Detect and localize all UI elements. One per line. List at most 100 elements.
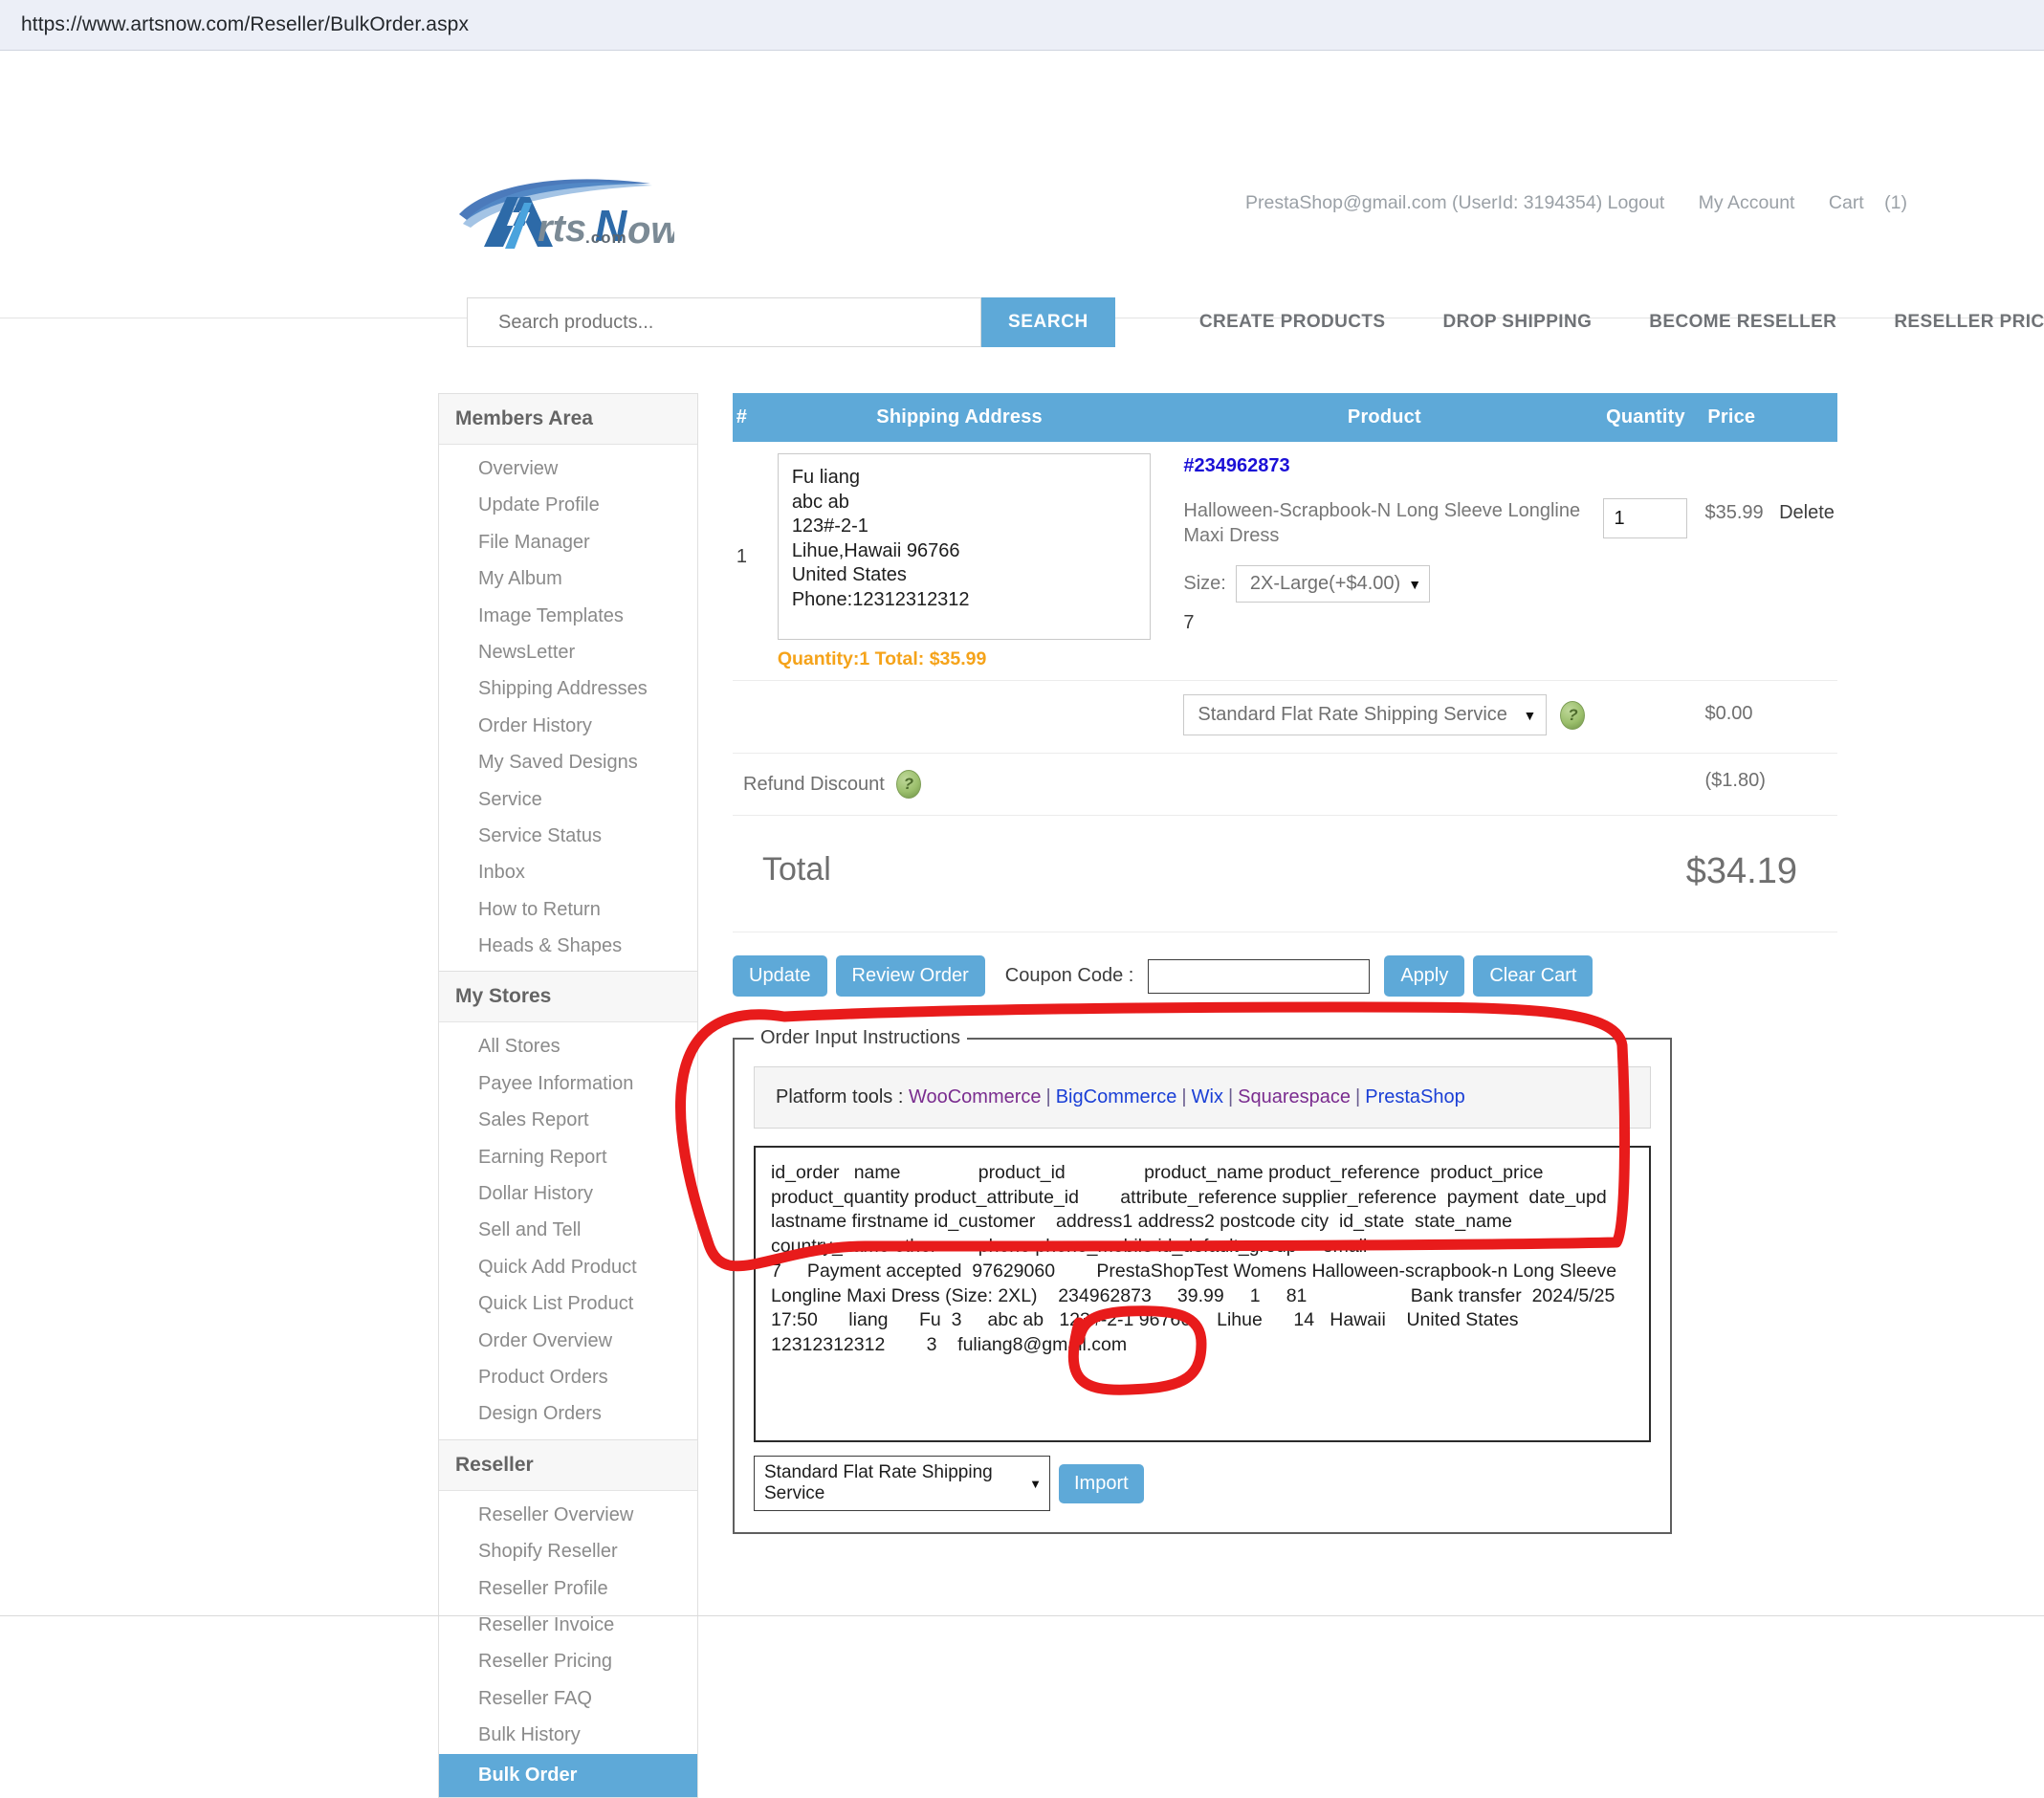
sidebar-item-reseller-profile[interactable]: Reseller Profile bbox=[439, 1570, 697, 1607]
size-select-value: 2X-Large(+$4.00) bbox=[1249, 573, 1401, 594]
platform-link-woocommerce[interactable]: WooCommerce bbox=[909, 1086, 1042, 1107]
apply-button[interactable]: Apply bbox=[1384, 955, 1465, 997]
question-icon[interactable]: ? bbox=[1560, 700, 1586, 730]
platform-link-wix[interactable]: Wix bbox=[1192, 1086, 1223, 1107]
sidebar-item-all-stores[interactable]: All Stores bbox=[439, 1022, 697, 1064]
sidebar-item-shopify-reseller[interactable]: Shopify Reseller bbox=[439, 1533, 697, 1569]
sidebar-item-reseller-faq[interactable]: Reseller FAQ bbox=[439, 1680, 697, 1717]
cart-actions-row: Update Review Order Coupon Code : Apply … bbox=[733, 955, 1837, 997]
my-account-link[interactable]: My Account bbox=[1699, 192, 1795, 213]
search-box bbox=[467, 297, 981, 347]
platform-separator: | bbox=[1045, 1086, 1051, 1107]
sidebar-group-title-reseller: Reseller bbox=[439, 1439, 697, 1491]
size-select[interactable]: 2X-Large(+$4.00) ▼ bbox=[1235, 565, 1431, 603]
search-input[interactable] bbox=[468, 298, 980, 346]
platform-separator: | bbox=[1355, 1086, 1361, 1107]
import-shipping-service-value: Standard Flat Rate Shipping Service bbox=[764, 1462, 993, 1503]
nav-create-products[interactable]: CREATE PRODUCTS bbox=[1199, 312, 1386, 333]
account-email[interactable]: PrestaShop@gmail.com (UserId: 3194354) L… bbox=[1245, 192, 1664, 213]
quantity-input[interactable] bbox=[1603, 498, 1688, 538]
product-id-link[interactable]: #234962873 bbox=[1183, 455, 1585, 477]
nav-drop-shipping[interactable]: DROP SHIPPING bbox=[1442, 312, 1592, 333]
site-header: rts N ow .com PrestaShop@gmail.com (User… bbox=[0, 51, 2044, 347]
sidebar-item-payee-information[interactable]: Payee Information bbox=[439, 1065, 697, 1102]
nav-become-reseller[interactable]: BECOME RESELLER bbox=[1649, 312, 1836, 333]
sidebar-item-design-orders[interactable]: Design Orders bbox=[439, 1395, 697, 1438]
review-order-button[interactable]: Review Order bbox=[835, 955, 985, 997]
sidebar-item-bulk-history[interactable]: Bulk History bbox=[439, 1717, 697, 1753]
coupon-code-input[interactable] bbox=[1148, 958, 1371, 994]
nav-reseller-pricing[interactable]: RESELLER PRICING bbox=[1894, 312, 2044, 333]
sidebar-item-order-overview[interactable]: Order Overview bbox=[439, 1323, 697, 1359]
sidebar-item-my-saved-designs[interactable]: My Saved Designs bbox=[439, 744, 697, 780]
shipping-price-cell: $0.00 bbox=[1690, 680, 1773, 754]
import-row: Standard Flat Rate Shipping Service ▼ Im… bbox=[754, 1456, 1651, 1511]
sidebar-item-file-manager[interactable]: File Manager bbox=[439, 524, 697, 560]
artsnow-logo[interactable]: rts N ow bbox=[450, 170, 683, 261]
browser-url-bar: https://www.artsnow.com/Reseller/BulkOrd… bbox=[0, 0, 2044, 51]
sidebar-item-inbox[interactable]: Inbox bbox=[439, 854, 697, 890]
sidebar-item-quick-add-product[interactable]: Quick Add Product bbox=[439, 1249, 697, 1285]
sidebar-item-overview[interactable]: Overview bbox=[439, 445, 697, 487]
sidebar-group-reseller: Reseller Reseller Overview Shopify Resel… bbox=[438, 1438, 698, 1798]
chevron-down-icon: ▼ bbox=[1523, 707, 1537, 723]
sidebar-item-quick-list-product[interactable]: Quick List Product bbox=[439, 1285, 697, 1322]
platform-link-squarespace[interactable]: Squarespace bbox=[1238, 1086, 1351, 1107]
sidebar-item-bulk-order[interactable]: Bulk Order bbox=[439, 1753, 697, 1797]
top-nav: CREATE PRODUCTS DROP SHIPPING BECOME RES… bbox=[1199, 312, 2044, 333]
sidebar-item-sell-and-tell[interactable]: Sell and Tell bbox=[439, 1212, 697, 1248]
shipping-price: $0.00 bbox=[1704, 703, 1753, 724]
clear-cart-button[interactable]: Clear Cart bbox=[1473, 955, 1593, 997]
shipping-address-textarea[interactable]: Fu liang abc ab 123#-2-1 Lihue,Hawaii 96… bbox=[777, 453, 1151, 640]
refund-discount-value: ($1.80) bbox=[1704, 770, 1766, 791]
coupon-code-label: Coupon Code : bbox=[1004, 965, 1134, 986]
url-text[interactable]: https://www.artsnow.com/Reseller/BulkOrd… bbox=[21, 13, 469, 36]
chevron-down-icon: ▼ bbox=[1408, 576, 1422, 592]
col-header-product: Product bbox=[1168, 393, 1601, 442]
update-button[interactable]: Update bbox=[733, 955, 827, 997]
sidebar-item-how-to-return[interactable]: How to Return bbox=[439, 891, 697, 928]
sidebar-item-dollar-history[interactable]: Dollar History bbox=[439, 1175, 697, 1212]
import-shipping-service-select[interactable]: Standard Flat Rate Shipping Service ▼ bbox=[754, 1456, 1050, 1511]
platform-tools-label: Platform tools : bbox=[776, 1086, 904, 1107]
platform-link-bigcommerce[interactable]: BigCommerce bbox=[1056, 1086, 1177, 1107]
sidebar-item-image-templates[interactable]: Image Templates bbox=[439, 598, 697, 634]
sidebar-item-reseller-invoice[interactable]: Reseller Invoice bbox=[439, 1607, 697, 1643]
sidebar-item-service-status[interactable]: Service Status bbox=[439, 818, 697, 854]
search-button[interactable]: SEARCH bbox=[981, 297, 1115, 347]
svg-text:ow: ow bbox=[627, 209, 674, 252]
bulk-order-textarea[interactable]: id_order name product_id product_name pr… bbox=[754, 1146, 1651, 1442]
sidebar-item-reseller-pricing[interactable]: Reseller Pricing bbox=[439, 1643, 697, 1679]
shipping-service-select[interactable]: Standard Flat Rate Shipping Service ▼ bbox=[1183, 694, 1548, 735]
refund-discount-row: Refund Discount ? ($1.80) bbox=[733, 753, 1837, 816]
delete-link[interactable]: Delete bbox=[1773, 443, 1836, 524]
sidebar-item-product-orders[interactable]: Product Orders bbox=[439, 1359, 697, 1395]
sidebar-item-service[interactable]: Service bbox=[439, 781, 697, 818]
sidebar-item-my-album[interactable]: My Album bbox=[439, 560, 697, 597]
sidebar-item-shipping-addresses[interactable]: Shipping Addresses bbox=[439, 670, 697, 707]
product-cell: #234962873 Halloween-Scrapbook-N Long Sl… bbox=[1168, 442, 1601, 681]
platform-separator: | bbox=[1181, 1086, 1187, 1107]
sidebar-item-reseller-overview[interactable]: Reseller Overview bbox=[439, 1491, 697, 1533]
row-number: 1 bbox=[736, 546, 747, 567]
sidebar-item-newsletter[interactable]: NewsLetter bbox=[439, 634, 697, 670]
sidebar-item-sales-report[interactable]: Sales Report bbox=[439, 1102, 697, 1138]
logo-domain-suffix: .com bbox=[585, 229, 627, 247]
sidebar-item-earning-report[interactable]: Earning Report bbox=[439, 1139, 697, 1175]
shipping-service-spacer-actions bbox=[1772, 680, 1837, 754]
total-value: $34.19 bbox=[1685, 851, 1797, 891]
sidebar-group-title-members-area: Members Area bbox=[439, 394, 697, 445]
main-content: # Shipping Address Product Quantity Pric… bbox=[733, 393, 1837, 1534]
refund-discount-label: Refund Discount bbox=[743, 773, 885, 795]
cart-link[interactable]: Cart bbox=[1829, 192, 1864, 213]
size-label: Size: bbox=[1183, 573, 1226, 594]
sidebar-item-update-profile[interactable]: Update Profile bbox=[439, 487, 697, 523]
sidebar-item-order-history[interactable]: Order History bbox=[439, 708, 697, 744]
platform-link-prestashop[interactable]: PrestaShop bbox=[1365, 1086, 1465, 1107]
shipping-service-row: Standard Flat Rate Shipping Service ▼ ? … bbox=[733, 680, 1837, 754]
question-icon[interactable]: ? bbox=[895, 770, 921, 799]
sidebar-item-heads-and-shapes[interactable]: Heads & Shapes bbox=[439, 928, 697, 971]
account-bar: PrestaShop@gmail.com (UserId: 3194354) L… bbox=[1245, 192, 1907, 214]
total-value-cell: $34.19 bbox=[1600, 815, 1837, 932]
import-button[interactable]: Import bbox=[1059, 1463, 1144, 1503]
